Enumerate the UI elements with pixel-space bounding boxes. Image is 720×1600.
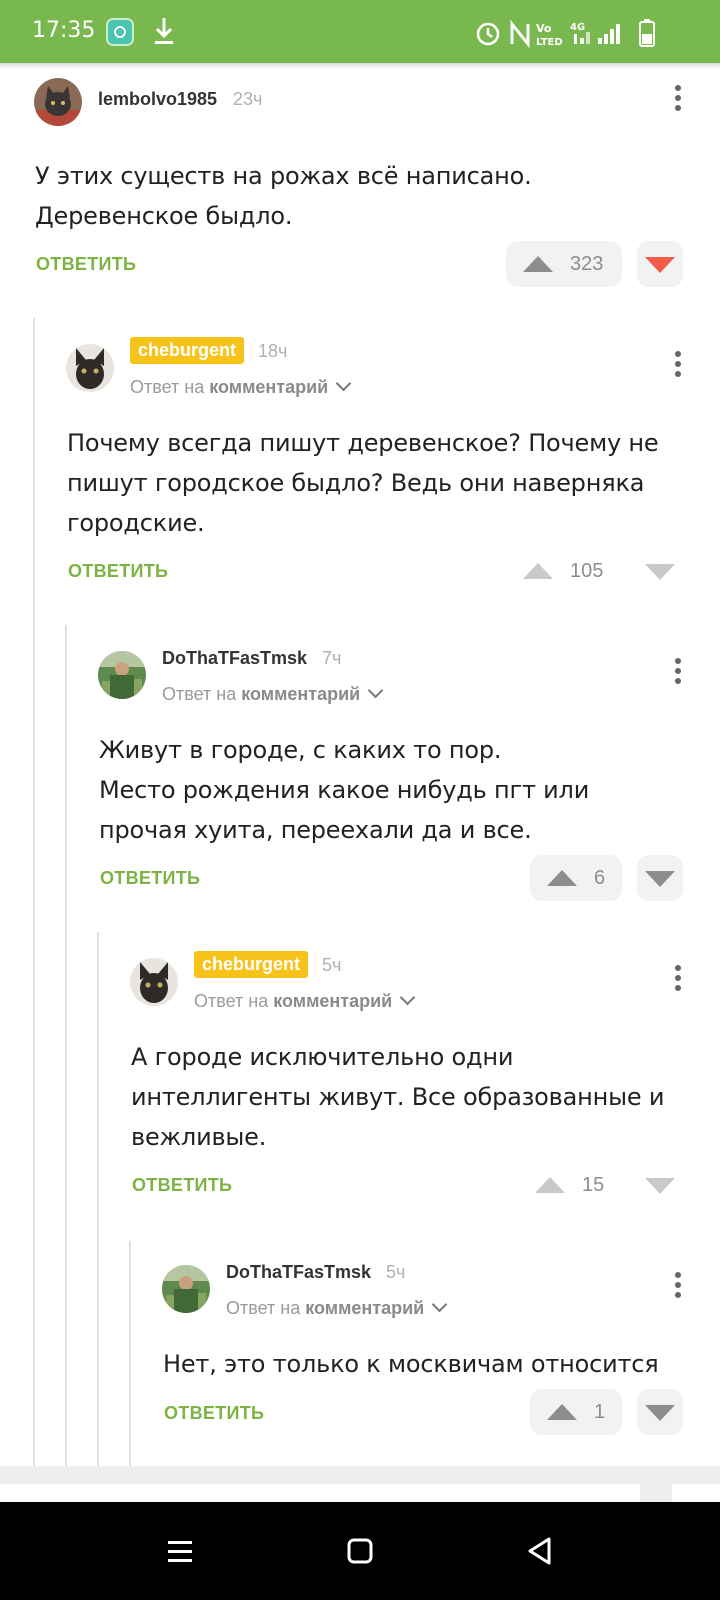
downvote-button[interactable]: [637, 1389, 683, 1435]
app-update-icon: [106, 18, 134, 46]
username[interactable]: DoThaTFasTmsk: [162, 648, 307, 669]
vote-score: 323: [570, 253, 604, 275]
username[interactable]: cheburgent: [130, 337, 245, 364]
comment-text: У этих существ на рожах всё написано. Де…: [35, 162, 532, 230]
avatar[interactable]: [34, 78, 82, 126]
menu-icon[interactable]: [164, 1535, 196, 1567]
upvote-button[interactable]: 15: [518, 1162, 622, 1208]
download-icon: [155, 18, 173, 44]
reply-target: комментарий: [241, 684, 361, 704]
downvote-icon: [645, 257, 675, 273]
thread-line: [33, 318, 35, 1466]
downvote-button[interactable]: [637, 241, 683, 287]
comment-text: Нет, это только к москвичам относится: [163, 1350, 659, 1378]
signal-icon: [598, 24, 620, 44]
avatar[interactable]: [162, 1265, 210, 1313]
more-options-icon[interactable]: [674, 1272, 682, 1302]
avatar[interactable]: [98, 651, 146, 699]
more-options-icon[interactable]: [674, 351, 682, 381]
vote-score: 15: [582, 1174, 605, 1196]
upvote-button[interactable]: 105: [506, 548, 622, 594]
upvote-icon: [535, 1177, 565, 1193]
battery-icon: [639, 19, 655, 47]
comment-time: 7ч: [322, 648, 342, 668]
reply-target: комментарий: [305, 1298, 425, 1318]
status-time: 17:35: [32, 18, 96, 43]
nfc-icon: [510, 19, 530, 48]
downvote-icon: [645, 1405, 675, 1421]
upvote-icon: [547, 870, 577, 886]
downvote-button[interactable]: [637, 1162, 683, 1208]
comment-time: 18ч: [258, 341, 288, 361]
reply-button[interactable]: ОТВЕТИТЬ: [36, 254, 136, 275]
reply-to[interactable]: Ответ на комментарий: [130, 375, 352, 398]
thread-line: [97, 932, 99, 1466]
vote-score: 6: [594, 867, 606, 889]
avatar[interactable]: [130, 958, 178, 1006]
reply-to[interactable]: Ответ на комментарий: [226, 1296, 448, 1319]
upvote-icon: [547, 1404, 577, 1420]
reply-button[interactable]: ОТВЕТИТЬ: [132, 1175, 232, 1196]
reply-button[interactable]: ОТВЕТИТЬ: [68, 561, 168, 582]
status-bar: 17:35 Vo LTED 4G: [0, 0, 720, 63]
comment-time: 23ч: [233, 89, 263, 109]
comment-time: 5ч: [322, 955, 342, 975]
thread-line: [65, 625, 67, 1466]
thread-line: [129, 1241, 131, 1466]
vote-score: 1: [594, 1401, 606, 1423]
comment-time: 5ч: [386, 1262, 406, 1282]
upvote-button[interactable]: 6: [530, 855, 622, 901]
downvote-icon: [645, 564, 675, 580]
upvote-icon: [523, 563, 553, 579]
chevron-down-icon: [335, 375, 352, 392]
more-options-icon[interactable]: [674, 965, 682, 995]
navigation-bar: [0, 1502, 720, 1600]
chevron-down-icon: [367, 682, 384, 699]
username[interactable]: DoThaTFasTmsk: [226, 1262, 371, 1283]
status-icons: Vo LTED 4G: [476, 19, 655, 48]
downvote-icon: [645, 1178, 675, 1194]
reply-target: комментарий: [209, 377, 329, 397]
alarm-icon: [476, 22, 500, 46]
reply-to[interactable]: Ответ на комментарий: [162, 682, 384, 705]
comment-text: Живут в городе, с каких то пор. Место ро…: [99, 736, 590, 844]
svg-text:4G: 4G: [570, 22, 585, 33]
svg-text:Vo: Vo: [536, 22, 552, 35]
downvote-button[interactable]: [637, 855, 683, 901]
content-divider: [0, 1466, 720, 1484]
4g-signal-icon: 4G: [570, 22, 590, 44]
downvote-icon: [645, 871, 675, 887]
svg-text:LTED: LTED: [536, 37, 563, 48]
more-options-icon[interactable]: [674, 85, 682, 115]
comment-text: Почему всегда пишут деревенское? Почему …: [67, 429, 659, 537]
chevron-down-icon: [431, 1296, 448, 1313]
upvote-icon: [523, 256, 553, 272]
status-bar-shadow: [0, 63, 720, 69]
scrollbar-thumb[interactable]: [640, 1484, 672, 1502]
reply-button[interactable]: ОТВЕТИТЬ: [100, 868, 200, 889]
comment-text: А городе исключительно одни интеллигенты…: [131, 1043, 665, 1151]
chevron-down-icon: [399, 989, 416, 1006]
username[interactable]: cheburgent: [194, 951, 309, 978]
reply-button[interactable]: ОТВЕТИТЬ: [164, 1403, 264, 1424]
avatar[interactable]: [66, 344, 114, 392]
reply-target: комментарий: [273, 991, 393, 1011]
volte-icon: Vo LTED: [536, 22, 563, 48]
username[interactable]: lembolvo1985: [98, 89, 217, 110]
home-icon[interactable]: [344, 1535, 376, 1567]
reply-to[interactable]: Ответ на комментарий: [194, 989, 416, 1012]
upvote-button[interactable]: 323: [506, 241, 622, 287]
back-icon[interactable]: [524, 1535, 556, 1567]
vote-score: 105: [570, 560, 604, 582]
downvote-button[interactable]: [637, 548, 683, 594]
more-options-icon[interactable]: [674, 658, 682, 688]
upvote-button[interactable]: 1: [530, 1389, 622, 1435]
